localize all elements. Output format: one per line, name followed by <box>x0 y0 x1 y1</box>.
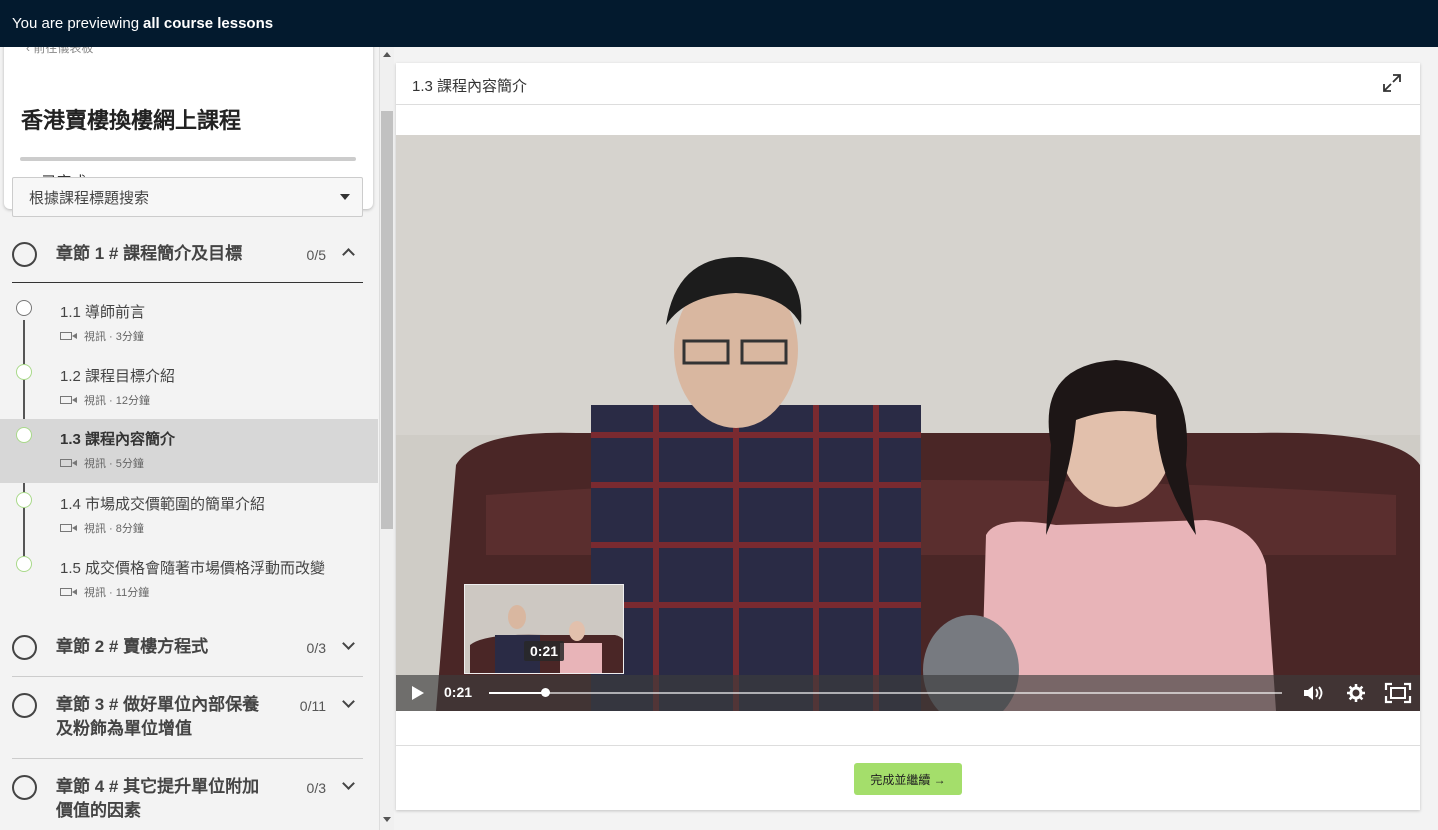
video-camera-icon <box>60 459 77 467</box>
seek-bar[interactable] <box>489 688 1282 697</box>
play-icon[interactable] <box>412 686 424 700</box>
chapter-status-circle-icon <box>12 242 37 267</box>
lesson-title: 1.1 導師前言 <box>60 304 146 321</box>
lesson-item-1-2[interactable]: 1.2 課程目標介紹 視訊 · 12分鐘 <box>0 356 378 420</box>
footer-divider <box>396 745 1420 746</box>
fullscreen-icon[interactable] <box>1384 682 1412 704</box>
chapter-title: 章節 2 # 賣樓方程式 <box>56 637 209 656</box>
video-controls-bar: 0:21 <box>396 675 1420 711</box>
seek-preview-time: 0:21 <box>524 641 565 661</box>
caret-down-icon <box>340 194 350 200</box>
lesson-title: 1.3 課程內容簡介 <box>60 431 176 448</box>
lesson-meta: 視訊 · 12分鐘 <box>60 392 150 408</box>
lesson-item-1-5[interactable]: 1.5 成交價格會隨著市場價格浮動而改變 視訊 · 11分鐘 <box>0 548 378 612</box>
chapter-title: 章節 1 # 課程簡介及目標 <box>56 244 243 263</box>
lesson-meta: 視訊 · 8分鐘 <box>60 520 144 536</box>
lesson-status-dot-icon <box>16 492 32 508</box>
chapter-title: 章節 3 # 做好單位內部保養及粉飾為單位增值 <box>56 695 260 738</box>
chevron-up-icon[interactable] <box>342 248 355 261</box>
chapter-status-circle-icon <box>12 693 37 718</box>
preview-banner: You are previewing all course lessons <box>0 0 1438 47</box>
lesson-content-panel: 1.3 課程內容簡介 0:21 0:21 完成並繼續 → <box>396 63 1420 810</box>
chapter-divider <box>12 676 363 677</box>
chapter-title: 章節 4 # 其它提升單位附加價值的因素 <box>56 777 260 820</box>
complete-and-continue-button[interactable]: 完成並繼續 → <box>854 763 962 795</box>
course-progress-bar <box>20 157 356 161</box>
lesson-item-1-4[interactable]: 1.4 市場成交價範圍的簡單介紹 視訊 · 8分鐘 <box>0 484 378 548</box>
video-camera-icon <box>60 396 77 404</box>
gear-icon[interactable] <box>1346 683 1366 703</box>
chapter-progress-count: 0/3 <box>306 780 326 796</box>
volume-icon[interactable] <box>1302 684 1326 702</box>
lesson-search-select[interactable]: 根據課程標題搜索 <box>12 177 363 217</box>
chevron-down-icon[interactable] <box>342 637 355 650</box>
scrollbar-thumb[interactable] <box>381 111 393 529</box>
lesson-item-1-3[interactable]: 1.3 課程內容簡介 視訊 · 5分鐘 <box>0 419 378 483</box>
chapter-divider <box>12 282 363 283</box>
lesson-title: 1.5 成交價格會隨著市場價格浮動而改變 <box>60 560 326 577</box>
lesson-status-dot-icon <box>16 556 32 572</box>
lesson-header: 1.3 課程內容簡介 <box>396 63 1420 105</box>
video-camera-icon <box>60 524 77 532</box>
lesson-item-1-1[interactable]: 1.1 導師前言 視訊 · 3分鐘 <box>0 292 378 356</box>
chapter-progress-count: 0/11 <box>299 698 326 714</box>
current-time: 0:21 <box>444 684 473 700</box>
lesson-status-dot-icon <box>16 364 32 380</box>
seek-bar-played <box>489 692 545 694</box>
lesson-status-dot-icon <box>16 427 32 443</box>
chapter-status-circle-icon <box>12 775 37 800</box>
lesson-meta: 視訊 · 5分鐘 <box>60 455 144 471</box>
chevron-down-icon[interactable] <box>342 777 355 790</box>
video-player[interactable]: 0:21 0:21 <box>396 135 1420 711</box>
chapter-divider <box>12 758 363 759</box>
chapter-status-circle-icon <box>12 635 37 660</box>
chapter-progress-count: 0/3 <box>306 640 326 656</box>
lesson-header-title: 1.3 課程內容簡介 <box>412 78 528 95</box>
course-title: 香港賣樓換樓網上課程 <box>21 108 242 133</box>
preview-banner-prefix: You are previewing <box>12 15 140 32</box>
scroll-down-arrow-icon[interactable] <box>383 817 391 822</box>
lesson-status-dot-icon <box>16 300 32 316</box>
lesson-meta: 視訊 · 3分鐘 <box>60 328 144 344</box>
back-to-dashboard-link[interactable]: ‹ 前往儀表板 <box>26 47 93 56</box>
video-camera-icon <box>60 332 77 340</box>
lesson-meta: 視訊 · 11分鐘 <box>60 584 149 600</box>
chevron-down-icon[interactable] <box>342 695 355 708</box>
seek-bar-handle[interactable] <box>540 688 550 697</box>
chapter-1-header[interactable]: 章節 1 # 課程簡介及目標 0/5 <box>0 235 375 285</box>
lesson-title: 1.4 市場成交價範圍的簡單介紹 <box>60 496 266 513</box>
video-camera-icon <box>60 588 77 596</box>
lesson-search-placeholder: 根據課程標題搜索 <box>29 189 150 207</box>
lesson-title: 1.2 課程目標介紹 <box>60 368 176 385</box>
chapter-4-header[interactable]: 章節 4 # 其它提升單位附加價值的因素 0/3 <box>0 774 375 830</box>
course-sidebar: ‹ 前往儀表板 香港賣樓換樓網上課程 0%已完成 根據課程標題搜索 章節 1 #… <box>0 47 380 830</box>
preview-banner-emphasis: all course lessons <box>143 15 274 32</box>
scroll-up-arrow-icon[interactable] <box>383 52 391 57</box>
chapter-3-header[interactable]: 章節 3 # 做好單位內部保養及粉飾為單位增值 0/11 <box>0 690 375 758</box>
chapter-2-header[interactable]: 章節 2 # 賣樓方程式 0/3 <box>0 632 375 676</box>
chapter-progress-count: 0/5 <box>306 247 326 263</box>
expand-icon[interactable] <box>1382 73 1402 93</box>
sidebar-scrollbar[interactable] <box>380 47 394 830</box>
